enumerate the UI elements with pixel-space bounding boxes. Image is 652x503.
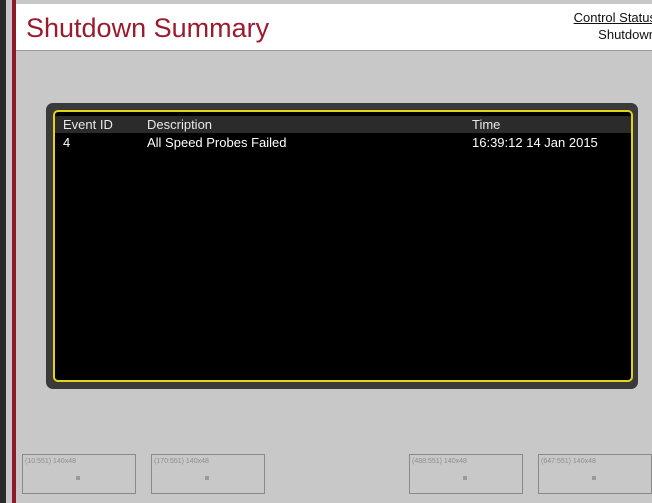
placeholder-slot-2[interactable]: (170:551) 140x48 bbox=[151, 454, 265, 494]
slot-marker-icon bbox=[592, 476, 596, 480]
slot-label: (488:551) 140x48 bbox=[412, 458, 467, 465]
column-header-event-id[interactable]: Event ID bbox=[63, 117, 113, 132]
column-header-description[interactable]: Description bbox=[147, 117, 212, 132]
table-header: Event ID Description Time bbox=[55, 116, 631, 133]
control-status-link[interactable]: Control Status bbox=[574, 10, 652, 25]
slot-marker-icon bbox=[463, 476, 467, 480]
slot-label: (647:551) 140x48 bbox=[541, 458, 596, 465]
screen-frame: Shutdown Summary Control Status Shutdown… bbox=[0, 0, 652, 503]
cell-description: All Speed Probes Failed bbox=[147, 135, 287, 150]
placeholder-slot-3[interactable]: (488:551) 140x48 bbox=[409, 454, 523, 494]
slot-marker-icon bbox=[205, 476, 209, 480]
page-title: Shutdown Summary bbox=[26, 13, 270, 43]
header-bar: Shutdown Summary Control Status Shutdown bbox=[16, 4, 652, 51]
slot-label: (10:551) 140x48 bbox=[25, 458, 76, 465]
cell-time: 16:39:12 14 Jan 2015 bbox=[472, 135, 598, 150]
slot-label: (170:551) 140x48 bbox=[154, 458, 209, 465]
left-accent-bar bbox=[12, 0, 16, 503]
event-table-panel: Event ID Description Time 4 All Speed Pr… bbox=[53, 110, 633, 382]
slot-marker-icon bbox=[76, 476, 80, 480]
control-status-value: Shutdown bbox=[598, 27, 652, 42]
placeholder-slot-1[interactable]: (10:551) 140x48 bbox=[22, 454, 136, 494]
cell-event-id: 4 bbox=[63, 135, 71, 150]
table-row[interactable]: 4 All Speed Probes Failed 16:39:12 14 Ja… bbox=[55, 134, 631, 151]
column-header-time[interactable]: Time bbox=[472, 117, 500, 132]
placeholder-slot-4[interactable]: (647:551) 140x48 bbox=[538, 454, 652, 494]
